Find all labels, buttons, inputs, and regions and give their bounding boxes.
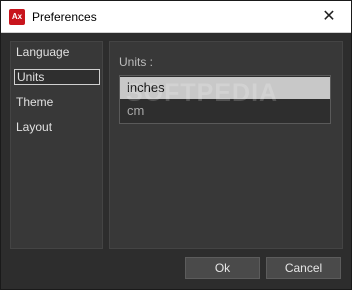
cancel-button[interactable]: Cancel [266, 257, 341, 279]
units-option-inches[interactable]: inches [120, 77, 330, 99]
sidebar-item-language[interactable]: Language [14, 44, 100, 60]
ok-button[interactable]: Ok [185, 257, 260, 279]
sidebar-item-theme[interactable]: Theme [14, 94, 100, 110]
sidebar-item-layout[interactable]: Layout [14, 119, 100, 135]
units-settings-panel [109, 41, 343, 249]
units-listbox[interactable]: inches cm [119, 75, 331, 124]
units-label: Units : [119, 55, 154, 69]
sidebar-item-units[interactable]: Units [14, 69, 100, 85]
close-button[interactable]: ✕ [307, 1, 351, 32]
title-bar: Ax Preferences ✕ [1, 1, 351, 33]
window-title: Preferences [32, 10, 97, 24]
units-option-cm[interactable]: cm [120, 101, 330, 121]
preferences-dialog: Ax Preferences ✕ Language Units Theme La… [0, 0, 352, 290]
app-logo-icon: Ax [9, 9, 25, 25]
